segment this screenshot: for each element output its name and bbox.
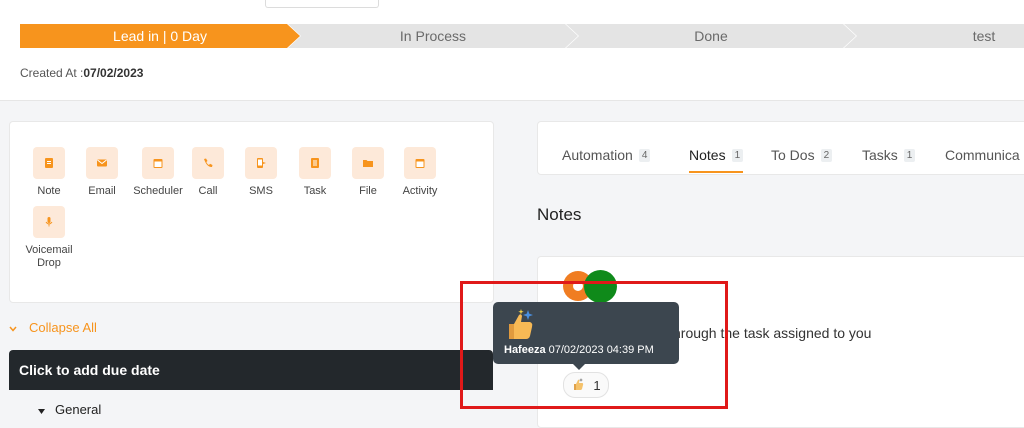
action-call[interactable]: Call — [178, 147, 238, 198]
action-activity[interactable]: Activity — [390, 147, 450, 198]
general-label: General — [55, 402, 102, 417]
tab-count-badge: 1 — [903, 148, 916, 162]
tab-automation[interactable]: Automation 4 — [562, 147, 651, 163]
caret-down-icon — [38, 402, 45, 417]
collapse-all-label: Collapse All — [29, 320, 97, 335]
tabs-bar: Automation 4 Notes 1 To Dos 2 Tasks 1 Co… — [537, 121, 1024, 175]
tab-to-dos[interactable]: To Dos 2 — [771, 147, 833, 163]
action-email[interactable]: Email — [72, 147, 132, 198]
action-sms[interactable]: SMS — [231, 147, 291, 198]
action-label: Activity — [402, 185, 438, 197]
tab-label: Notes — [689, 147, 726, 163]
due-date-label: Click to add due date — [19, 362, 160, 378]
top-input-field[interactable] — [265, 0, 379, 8]
microphone-icon — [33, 206, 65, 238]
action-note[interactable]: Note — [19, 147, 79, 198]
tab-notes[interactable]: Notes 1 — [689, 147, 744, 173]
stage-label: In Process — [399, 28, 467, 44]
action-label: SMS — [249, 185, 273, 197]
sms-icon — [245, 147, 277, 179]
action-voicemail-drop[interactable]: Voicemail Drop — [19, 206, 79, 270]
action-label: Task — [303, 185, 327, 197]
add-due-date-bar[interactable]: Click to add due date — [9, 350, 493, 390]
chevron-down-icon — [9, 320, 17, 335]
action-file[interactable]: File — [338, 147, 398, 198]
action-label: Call — [198, 185, 218, 197]
tab-label: Communica — [945, 147, 1020, 163]
tab-count-badge: 1 — [731, 148, 744, 162]
phone-icon — [192, 147, 224, 179]
stage-label: Lead in | 0 Day — [113, 28, 207, 44]
task-icon — [299, 147, 331, 179]
created-at-label: Created At : — [20, 66, 84, 80]
stage-label: test — [972, 28, 996, 44]
stage-in-process[interactable]: In Process — [288, 24, 578, 48]
notes-heading: Notes — [537, 205, 582, 224]
created-at: Created At :07/02/2023 — [20, 66, 143, 80]
tab-tasks[interactable]: Tasks 1 — [862, 147, 916, 163]
stage-label: Done — [694, 28, 728, 44]
collapse-all-toggle[interactable]: Collapse All — [9, 320, 97, 335]
action-label: File — [359, 185, 377, 197]
stage-lead-in[interactable]: Lead in | 0 Day — [20, 24, 300, 48]
tab-count-badge: 4 — [638, 148, 651, 162]
folder-icon — [352, 147, 384, 179]
tab-label: Automation — [562, 147, 633, 163]
tab-count-badge: 2 — [820, 148, 833, 162]
quick-actions-card: Note Email Scheduler Call SMS Task File … — [9, 121, 494, 303]
general-section-toggle[interactable]: General — [38, 402, 101, 417]
calendar-icon — [142, 147, 174, 179]
tab-label: Tasks — [862, 147, 898, 163]
action-label: Note — [37, 185, 61, 197]
pipeline-card: Lead in | 0 Day In Process Done test Cre… — [0, 0, 1024, 101]
calendar-icon — [404, 147, 436, 179]
note-icon — [33, 147, 65, 179]
action-task[interactable]: Task — [285, 147, 345, 198]
tab-label: To Dos — [771, 147, 815, 163]
email-icon — [86, 147, 118, 179]
created-at-date: 07/02/2023 — [83, 66, 144, 80]
action-label: Email — [88, 185, 116, 197]
stage-test[interactable]: test — [844, 24, 1024, 48]
tab-communication[interactable]: Communica — [945, 147, 1020, 163]
action-label: Voicemail Drop — [25, 244, 73, 269]
stage-done[interactable]: Done — [566, 24, 856, 48]
highlight-box — [460, 281, 728, 409]
